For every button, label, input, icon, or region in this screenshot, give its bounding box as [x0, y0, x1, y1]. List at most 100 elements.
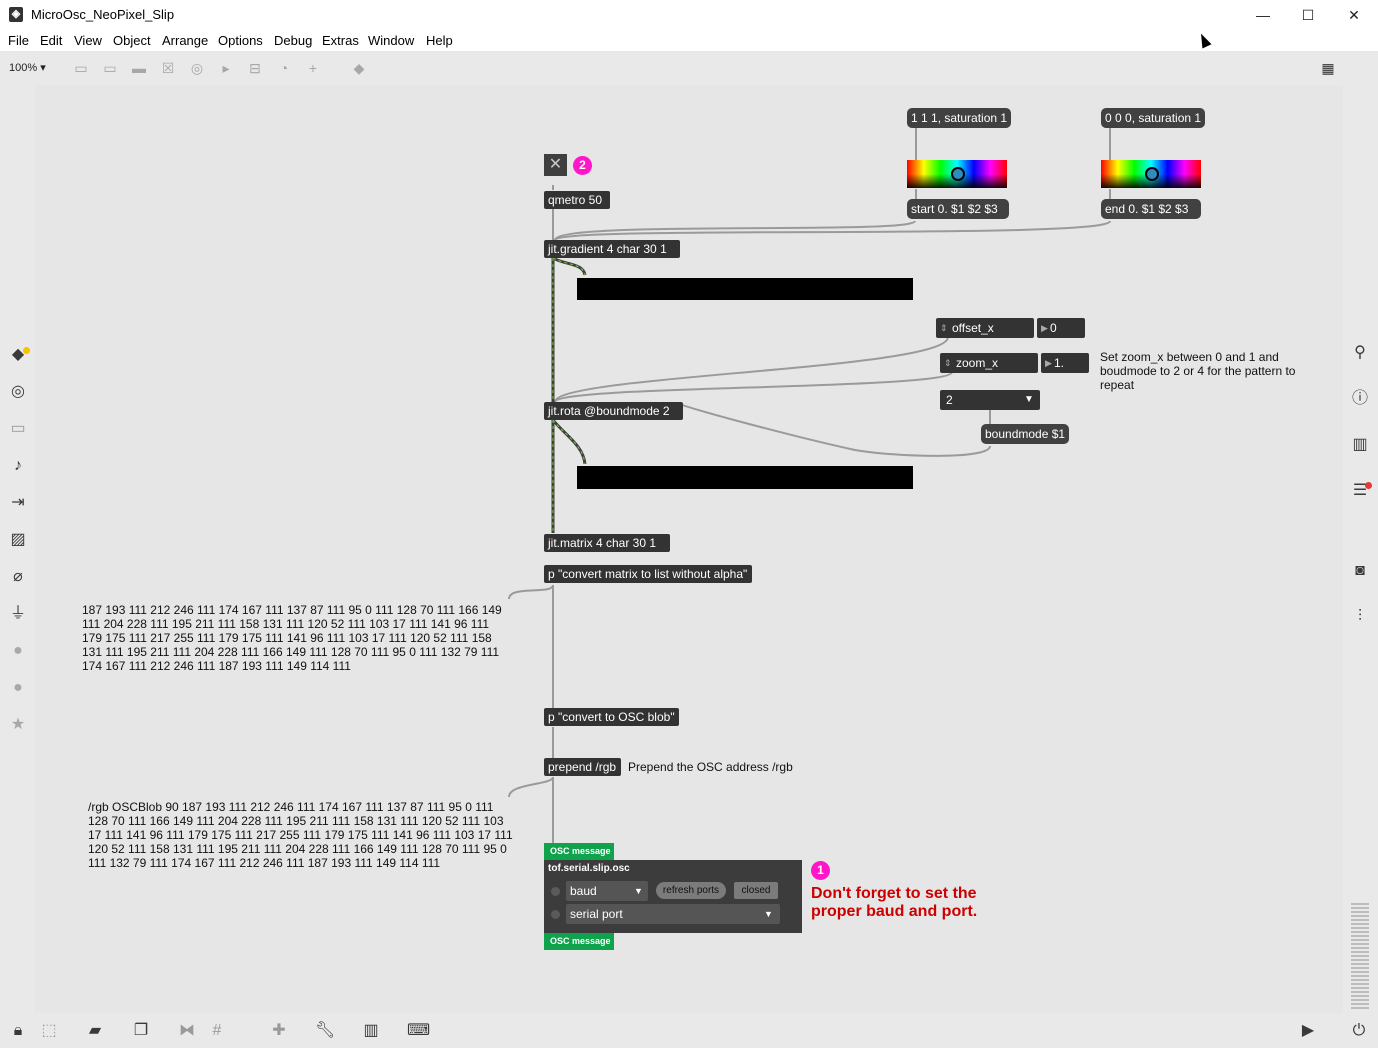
toolbar: 100% ▾ ▭ ▭ ▬ ☒ ◎ ▸ ⊟ ◔ + ◆ ▦	[0, 51, 1378, 85]
lock-icon[interactable]: 🔒︎	[8, 1021, 28, 1041]
number-icon[interactable]: ▸	[218, 60, 234, 76]
chevron-down-icon: ▼	[764, 909, 773, 919]
menu-object[interactable]: Object	[113, 33, 151, 48]
jit-matrix-object[interactable]: jit.matrix 4 char 30 1	[544, 534, 670, 552]
swatch-knob[interactable]	[951, 167, 965, 181]
zoom-select[interactable]: 100% ▾	[9, 61, 46, 74]
end-color-message[interactable]: 0 0 0, saturation 1	[1101, 108, 1205, 128]
maximize-button[interactable]: ☐	[1285, 0, 1331, 30]
paint-bucket-icon[interactable]: ◆	[351, 60, 367, 76]
triangle-right-icon: ▶	[1041, 323, 1048, 333]
menu-extras[interactable]: Extras	[322, 33, 359, 48]
menu-help[interactable]: Help	[426, 33, 453, 48]
grid-icon[interactable]: #	[207, 1021, 227, 1041]
new-object-icon[interactable]: ▭	[73, 60, 89, 76]
swatch-knob[interactable]	[1145, 167, 1159, 181]
title-bar: ◈ MicroOsc_NeoPixel_Slip — ☐ ✕	[0, 0, 1378, 30]
offset-x-attrui[interactable]: ⇕ offset_x	[936, 318, 1034, 338]
start-swatch[interactable]	[907, 160, 1007, 188]
list-output-text: 187 193 111 212 246 111 174 167 111 137 …	[82, 603, 502, 673]
zoom-comment: Set zoom_x between 0 and 1 and boudmode …	[1100, 350, 1296, 392]
end-swatch[interactable]	[1101, 160, 1201, 188]
target-icon[interactable]: ◎	[8, 382, 28, 402]
chevron-down-icon: ▼	[634, 886, 643, 896]
convert-osc-subpatcher[interactable]: p "convert to OSC blob"	[544, 708, 679, 726]
start-color-message[interactable]: 1 1 1, saturation 1	[907, 108, 1011, 128]
button-icon[interactable]: ◎	[189, 60, 205, 76]
start-message[interactable]: start 0. $1 $2 $3	[907, 199, 1009, 219]
beat-icon[interactable]: ●	[8, 678, 28, 698]
offset-x-number[interactable]: ▶ 0	[1037, 318, 1085, 338]
convert-list-subpatcher[interactable]: p "convert matrix to list without alpha"	[544, 565, 752, 583]
menu-view[interactable]: View	[74, 33, 102, 48]
dial-icon[interactable]: ◔	[276, 60, 292, 76]
zoom-x-label: zoom_x	[956, 356, 999, 370]
menu-edit[interactable]: Edit	[40, 33, 62, 48]
book-icon[interactable]: ▥	[1350, 435, 1370, 455]
osc-output-text: /rgb OSCBlob 90 187 193 111 212 246 111 …	[88, 800, 513, 870]
zoom-x-number[interactable]: ▶ 1.	[1041, 353, 1089, 373]
close-button[interactable]: ✕	[1331, 0, 1377, 30]
search-icon[interactable]: ⚲	[1350, 343, 1370, 363]
serial-port-menu[interactable]: serial port ▼	[566, 904, 780, 924]
music-note-icon[interactable]: ♪	[8, 456, 28, 476]
image-icon[interactable]: ▨	[8, 530, 28, 550]
windows-icon[interactable]: ❐	[131, 1021, 151, 1041]
menu-arrange[interactable]: Arrange	[162, 33, 208, 48]
plug-icon[interactable]: ⏚	[8, 604, 28, 624]
step-badge-1: 1	[811, 861, 830, 880]
paperclip-icon[interactable]: ⌀	[8, 567, 28, 587]
power-icon[interactable]: ⏻	[1349, 1021, 1369, 1041]
menu-debug[interactable]: Debug	[274, 33, 312, 48]
toggle[interactable]: ✕	[544, 154, 567, 176]
step-icon[interactable]: ⇥	[8, 493, 28, 513]
end-message[interactable]: end 0. $1 $2 $3	[1101, 199, 1201, 219]
menu-window[interactable]: Window	[368, 33, 414, 48]
sliders-icon[interactable]: ⫶	[1350, 607, 1370, 627]
boundmode-message[interactable]: boundmode $1	[981, 424, 1069, 444]
refresh-ports-button[interactable]: refresh ports	[656, 882, 726, 899]
wrench-icon[interactable]: 🔧︎	[315, 1021, 335, 1041]
minimize-button[interactable]: —	[1240, 0, 1286, 30]
jit-rota-object[interactable]: jit.rota @boundmode 2	[544, 402, 683, 420]
keyboard-icon[interactable]: ▭	[8, 419, 28, 439]
debug-icon[interactable]: ⧓	[177, 1021, 197, 1041]
baud-menu[interactable]: baud ▼	[566, 881, 648, 901]
message-icon[interactable]: ▭	[102, 60, 118, 76]
jit-gradient-object[interactable]: jit.gradient 4 char 30 1	[544, 240, 680, 258]
right-sidebar: ⚲ ⓘ ▥ ☰ ◙ ⫶	[1343, 85, 1378, 1013]
max-app-icon: ◈	[9, 7, 23, 22]
slider-icon[interactable]: ⊟	[247, 60, 263, 76]
patcher-canvas[interactable]: ✕ 2 qmetro 50 1 1 1, saturation 1 0 0 0,…	[35, 85, 1343, 1013]
window-title: MicroOsc_NeoPixel_Slip	[31, 7, 175, 22]
prepend-object[interactable]: prepend /rgb	[544, 758, 621, 776]
serial-port-label: serial port	[570, 907, 623, 921]
updown-icon: ⇕	[944, 358, 952, 368]
boundmode-menu[interactable]: 2 ▼	[940, 390, 1040, 410]
play-icon[interactable]: ▶	[1298, 1021, 1318, 1041]
jit-pwindow-top	[577, 278, 913, 300]
star-icon[interactable]: ★	[8, 715, 28, 735]
toggle-icon[interactable]: ☒	[160, 60, 176, 76]
vst-icon[interactable]: ●	[8, 641, 28, 661]
prepend-comment: Prepend the OSC address /rgb	[628, 760, 793, 774]
info-icon[interactable]: ⓘ	[1350, 389, 1370, 409]
camera-icon[interactable]: ◙	[1350, 561, 1370, 581]
menu-file[interactable]: File	[8, 33, 29, 48]
piano-icon[interactable]: ▥	[361, 1021, 381, 1041]
qmetro-object[interactable]: qmetro 50	[544, 191, 610, 209]
zoom-x-attrui[interactable]: ⇕ zoom_x	[940, 353, 1038, 373]
add-icon[interactable]: ✚	[269, 1021, 289, 1041]
comment-icon[interactable]: ▬	[131, 60, 147, 76]
presentation-icon[interactable]: ▰	[85, 1021, 105, 1041]
step-badge-2: 2	[573, 156, 592, 175]
osc-message-outlet-label: OSC message	[544, 933, 614, 950]
grid-view-icon[interactable]: ▦	[1320, 60, 1336, 76]
serial-title: tof.serial.slip.osc	[548, 863, 630, 874]
menu-bar: File Edit View Object Arrange Options De…	[0, 30, 1378, 52]
edit-icon[interactable]: ⬚	[39, 1021, 59, 1041]
chevron-down-icon: ▼	[1024, 394, 1034, 405]
keypad-icon[interactable]: ⌨	[407, 1021, 430, 1041]
menu-options[interactable]: Options	[218, 33, 263, 48]
add-icon[interactable]: +	[305, 60, 321, 76]
